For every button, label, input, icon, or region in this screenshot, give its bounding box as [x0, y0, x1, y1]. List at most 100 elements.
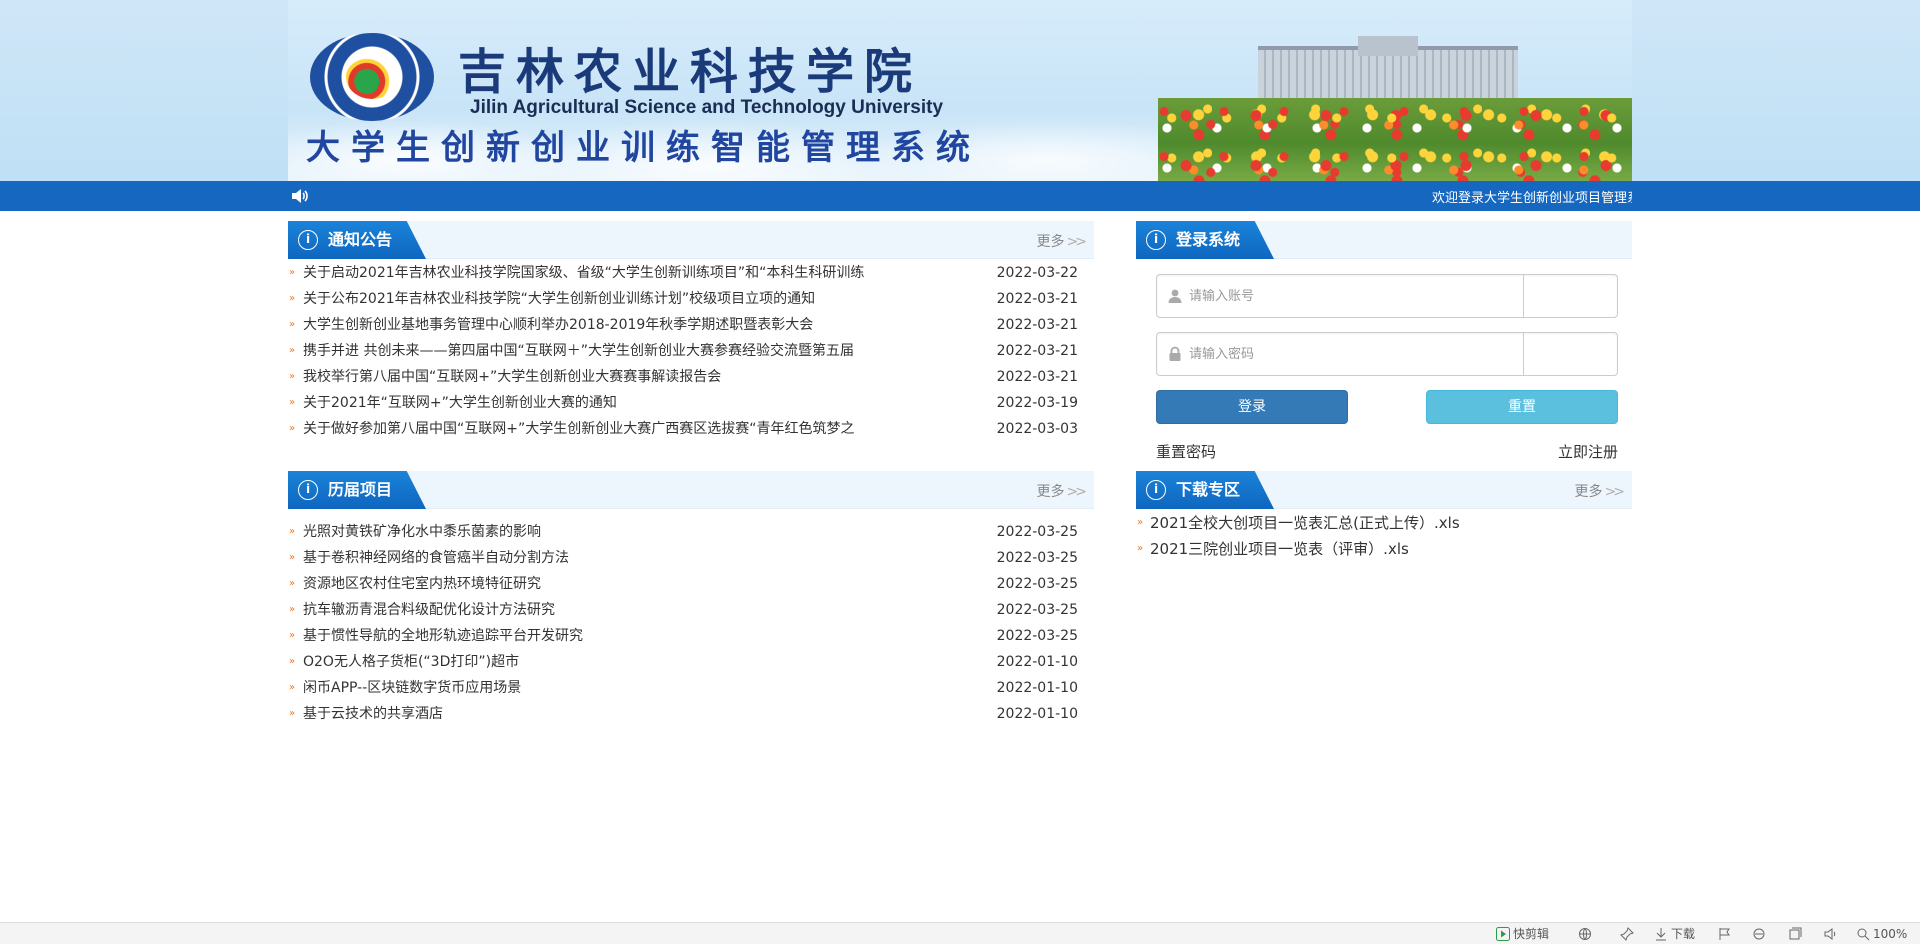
- volume-icon: [1824, 928, 1836, 940]
- clip-tool[interactable]: 快剪辑: [1496, 926, 1549, 942]
- project-item[interactable]: » 资源地区农村住宅室内热环境特征研究 2022-03-25: [288, 571, 1094, 597]
- logo-emblem: [346, 55, 398, 99]
- notice-item[interactable]: » 我校举行第八届中国“互联网+”大学生创新创业大赛赛事解读报告会 2022-03-…: [288, 364, 1094, 390]
- zoom-level: 100%: [1873, 927, 1908, 941]
- double-chevron-right-icon: >>: [1066, 484, 1088, 500]
- downloads-panel: i 下载专区 更多 >> » 2021全校大创项目一览表汇总(正式上传）.xls »…: [1136, 471, 1632, 562]
- download-label: 下载: [1671, 927, 1696, 941]
- projects-title: 历届项目: [328, 480, 393, 499]
- notice-item[interactable]: » 关于启动2021年吉林农业科技学院国家级、省级“大学生创新训练项目”和“本科生…: [288, 260, 1094, 286]
- login-header: i 登录系统: [1136, 221, 1632, 259]
- info-icon: i: [1146, 480, 1166, 500]
- login-button[interactable]: 登录: [1156, 390, 1348, 424]
- notice-title: 通知公告: [328, 230, 393, 249]
- notice-more-link[interactable]: 更多 >>: [1037, 231, 1088, 251]
- password-field: [1156, 332, 1618, 376]
- download-item[interactable]: » 2021全校大创项目一览表汇总(正式上传）.xls: [1136, 510, 1632, 536]
- notice-item-title[interactable]: 关于2021年“互联网+”大学生创新创业大赛的通知: [303, 390, 993, 416]
- register-link[interactable]: 立即注册: [1558, 441, 1618, 462]
- double-chevron-right-icon: >>: [1066, 234, 1088, 250]
- bullet-icon: »: [289, 630, 296, 641]
- browser-icon-3[interactable]: [1718, 926, 1735, 942]
- project-item-title[interactable]: 资源地区农村住宅室内热环境特征研究: [303, 571, 993, 597]
- browser-status-bar: 快剪辑 下载 100%: [0, 922, 1920, 944]
- notice-item-date: 2022-03-19: [996, 395, 1078, 411]
- login-title: 登录系统: [1176, 230, 1241, 249]
- bullet-icon: »: [289, 656, 296, 667]
- notice-item-title[interactable]: 关于做好参加第八届中国“互联网+”大学生创新创业大赛广西赛区选拔赛“青年红色筑梦…: [303, 416, 993, 442]
- mute-toggle[interactable]: [1824, 926, 1841, 942]
- notice-item-title[interactable]: 关于公布2021年吉林农业科技学院“大学生创新创业训练计划”校级项目立项的通知: [303, 286, 993, 312]
- notice-item-title[interactable]: 大学生创新创业基地事务管理中心顺利举办2018-2019年秋季学期述职暨表彰大会: [303, 312, 993, 338]
- downloads-title: 下载专区: [1176, 480, 1241, 499]
- account-field: [1156, 274, 1618, 318]
- project-item[interactable]: » 闲币APP--区块链数字货币应用场景 2022-01-10: [288, 675, 1094, 701]
- downloads-list: » 2021全校大创项目一览表汇总(正式上传）.xls » 2021三院创业项目一览…: [1136, 510, 1632, 562]
- downloads-more-label: 更多: [1574, 484, 1603, 500]
- downloads-header: i 下载专区 更多 >>: [1136, 471, 1632, 509]
- project-item-date: 2022-03-25: [996, 524, 1078, 540]
- clip-label: 快剪辑: [1513, 927, 1550, 941]
- notice-item-date: 2022-03-21: [996, 291, 1078, 307]
- password-input[interactable]: [1189, 340, 1519, 368]
- notice-item[interactable]: » 关于公布2021年吉林农业科技学院“大学生创新创业训练计划”校级项目立项的通知…: [288, 286, 1094, 312]
- project-item-date: 2022-03-25: [996, 628, 1078, 644]
- banner: 吉林农业科技学院 Jilin Agricultural Science and …: [288, 0, 1632, 181]
- notice-item-title[interactable]: 我校举行第八届中国“互联网+”大学生创新创业大赛赛事解读报告会: [303, 364, 993, 390]
- system-name: 大学生创新创业训练智能管理系统: [306, 128, 981, 168]
- projects-header: i 历届项目 更多 >>: [288, 471, 1094, 509]
- info-icon: i: [1146, 230, 1166, 250]
- password-field-divider: [1523, 333, 1524, 375]
- download-item[interactable]: » 2021三院创业项目一览表（评审）.xls: [1136, 536, 1632, 562]
- bullet-icon: »: [289, 578, 296, 589]
- notice-item[interactable]: » 携手并进 共创未来——第四届中国“互联网＋”大学生创新创业大赛参赛经验交流暨第…: [288, 338, 1094, 364]
- notice-list: » 关于启动2021年吉林农业科技学院国家级、省级“大学生创新训练项目”和“本科生…: [288, 260, 1094, 442]
- login-tab: i 登录系统: [1136, 221, 1275, 259]
- zoom-control[interactable]: 100%: [1856, 926, 1907, 942]
- project-item[interactable]: » O2O无人格子货柜(“3D打印”)超市 2022-01-10: [288, 649, 1094, 675]
- reset-password-link[interactable]: 重置密码: [1156, 441, 1216, 462]
- globe-icon: [1579, 928, 1591, 940]
- project-item-date: 2022-03-25: [996, 602, 1078, 618]
- project-item-title[interactable]: 抗车辙沥青混合料级配优化设计方法研究: [303, 597, 993, 623]
- project-item-title[interactable]: 基于卷积神经网络的食管癌半自动分割方法: [303, 545, 993, 571]
- browser-icon-2[interactable]: [1620, 926, 1637, 942]
- lock-icon: [1169, 346, 1181, 361]
- notice-item-title[interactable]: 关于启动2021年吉林农业科技学院国家级、省级“大学生创新训练项目”和“本科生科…: [303, 260, 993, 286]
- project-item[interactable]: » 基于云技术的共享酒店 2022-01-10: [288, 701, 1094, 727]
- projects-more-link[interactable]: 更多 >>: [1037, 481, 1088, 501]
- notice-item-title[interactable]: 携手并进 共创未来——第四届中国“互联网＋”大学生创新创业大赛参赛经验交流暨第五…: [303, 338, 993, 364]
- notice-item[interactable]: » 关于2021年“互联网+”大学生创新创业大赛的通知 2022-03-19: [288, 390, 1094, 416]
- project-item[interactable]: » 基于惯性导航的全地形轨迹追踪平台开发研究 2022-03-25: [288, 623, 1094, 649]
- project-item-title[interactable]: 基于惯性导航的全地形轨迹追踪平台开发研究: [303, 623, 993, 649]
- project-item-date: 2022-03-25: [996, 576, 1078, 592]
- project-item-date: 2022-01-10: [996, 680, 1078, 696]
- bullet-icon: »: [289, 708, 296, 719]
- reset-button[interactable]: 重置: [1426, 390, 1618, 424]
- login-panel: i 登录系统 登录 重置 重置密码 立即注册: [1136, 221, 1632, 471]
- project-item-title[interactable]: O2O无人格子货柜(“3D打印”)超市: [303, 649, 993, 675]
- notice-item[interactable]: » 大学生创新创业基地事务管理中心顺利举办2018-2019年秋季学期述职暨表彰大…: [288, 312, 1094, 338]
- download-item-name[interactable]: 2021三院创业项目一览表（评审）.xls: [1150, 540, 1409, 558]
- download-item-name[interactable]: 2021全校大创项目一览表汇总(正式上传）.xls: [1150, 514, 1460, 532]
- double-chevron-right-icon: >>: [1604, 484, 1626, 500]
- bullet-icon: »: [289, 604, 296, 615]
- project-item-title[interactable]: 闲币APP--区块链数字货币应用场景: [303, 675, 993, 701]
- notice-item[interactable]: » 关于做好参加第八届中国“互联网+”大学生创新创业大赛广西赛区选拔赛“青年红色筑…: [288, 416, 1094, 442]
- project-item[interactable]: » 抗车辙沥青混合料级配优化设计方法研究 2022-03-25: [288, 597, 1094, 623]
- project-item-title[interactable]: 光照对黄铁矿净化水中黍乐菌素的影响: [303, 519, 993, 545]
- browser-icon-1[interactable]: [1578, 926, 1595, 942]
- top-nav-bar: 欢迎登录大学生创新创业项目管理系统: [0, 181, 1920, 211]
- browser-icon-4[interactable]: [1752, 926, 1769, 942]
- account-input[interactable]: [1189, 282, 1519, 310]
- notice-item-date: 2022-03-21: [996, 343, 1078, 359]
- bullet-icon: »: [289, 682, 296, 693]
- project-item[interactable]: » 基于卷积神经网络的食管癌半自动分割方法 2022-03-25: [288, 545, 1094, 571]
- info-icon: i: [298, 480, 318, 500]
- downloads-more-link[interactable]: 更多 >>: [1574, 481, 1626, 501]
- download-tool[interactable]: 下载: [1654, 926, 1695, 942]
- flag-icon: [1719, 928, 1730, 940]
- browser-icon-5[interactable]: [1788, 926, 1805, 942]
- project-item-title[interactable]: 基于云技术的共享酒店: [303, 701, 993, 727]
- project-item[interactable]: » 光照对黄铁矿净化水中黍乐菌素的影响 2022-03-25: [288, 519, 1094, 545]
